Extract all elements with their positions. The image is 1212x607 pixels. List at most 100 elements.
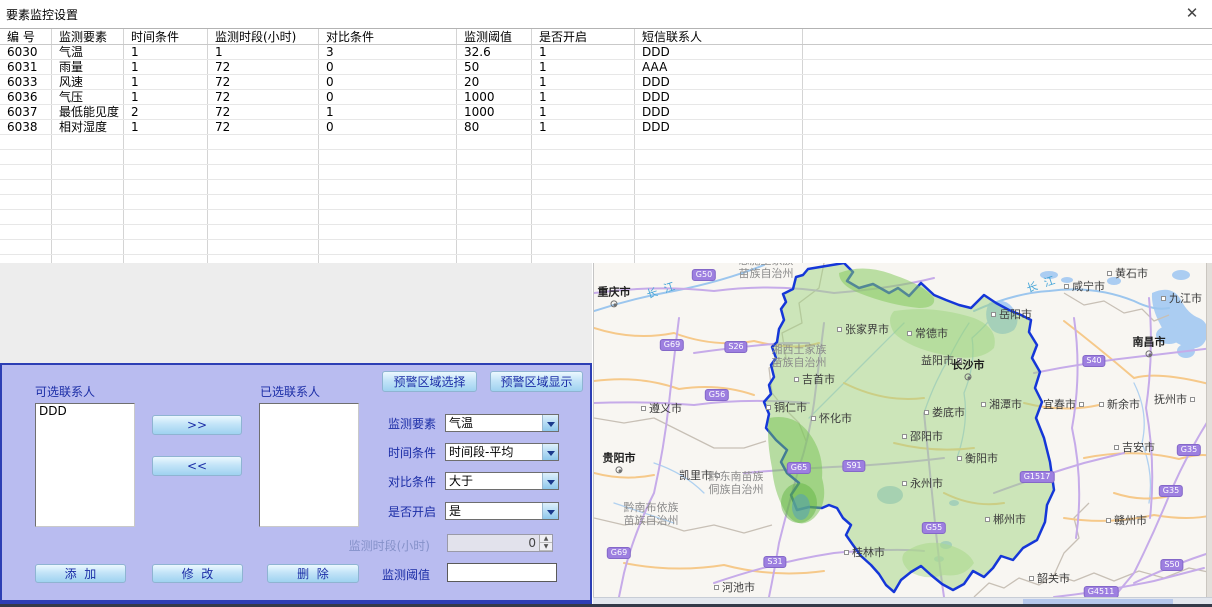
city-label: 赣州市 [1106,512,1147,528]
warning-area-display-button[interactable]: 预警区域显示 [490,371,583,392]
table-cell [319,135,457,149]
table-cell: 风速 [52,75,124,89]
map-horizontal-scrollbar[interactable] [593,597,1212,604]
city-marker-icon [811,416,816,421]
column-header[interactable]: 是否开启 [532,29,635,44]
table-cell: DDD [635,90,803,104]
table-cell [319,240,457,254]
table-cell [457,225,532,239]
city-name: 赣州市 [1114,512,1147,528]
city-label: 邵阳市 [902,428,943,444]
city-marker-icon [1099,402,1104,407]
chevron-down-icon[interactable] [542,503,558,519]
chevron-down-icon[interactable] [542,415,558,431]
table-filler [803,195,1212,209]
enabled-combo[interactable]: 是 [445,502,559,520]
period-spinner[interactable]: 0 ▲▼ [447,534,553,552]
table-cell [0,180,52,194]
table-empty-row [0,135,1212,150]
close-icon[interactable]: ✕ [1182,3,1202,23]
element-combo[interactable]: 气温 [445,414,559,432]
table-cell [124,255,208,263]
table-cell: 1 [124,45,208,59]
table-cell [532,225,635,239]
table-cell [319,210,457,224]
table-cell [532,165,635,179]
table-row[interactable]: 6036气压172010001DDD [0,90,1212,105]
table-empty-row [0,195,1212,210]
city-label: 岳阳市 [991,306,1032,322]
time-condition-combo[interactable]: 时间段-平均 [445,443,559,461]
modify-button[interactable]: 修 改 [152,564,243,583]
city-name: 重庆市 [598,283,631,299]
threshold-input[interactable] [447,563,557,582]
table-cell [0,240,52,254]
spinner-arrows-icon[interactable]: ▲▼ [539,535,552,551]
column-header[interactable]: 监测时段(小时) [208,29,319,44]
selected-contacts-label: 已选联系人 [260,383,320,400]
table-cell: 相对湿度 [52,120,124,134]
table-cell: 气压 [52,90,124,104]
table-row[interactable]: 6038相对湿度1720801DDD [0,120,1212,135]
road-badge: S50 [1160,559,1183,571]
table-cell: 最低能见度 [52,105,124,119]
table-cell: 雨量 [52,60,124,74]
table-row[interactable]: 6033风速1720201DDD [0,75,1212,90]
table-cell: 32.6 [457,45,532,59]
column-header[interactable]: 短信联系人 [635,29,803,44]
city-label: 抚州市 [1154,391,1195,407]
table-row[interactable]: 6030气温11332.61DDD [0,45,1212,60]
table-empty-row [0,150,1212,165]
chevron-down-icon[interactable] [542,444,558,460]
city-marker-icon [902,434,907,439]
capital-marker-icon [1146,350,1153,357]
table-cell: 0 [319,75,457,89]
city-label: 娄底市 [924,404,965,420]
chevron-down-icon[interactable] [542,473,558,489]
column-header[interactable]: 监测阈值 [457,29,532,44]
delete-button[interactable]: 删 除 [267,564,359,583]
column-header[interactable]: 对比条件 [319,29,457,44]
city-label: 河池市 [714,579,755,595]
city-label: 怀化市 [811,410,852,426]
city-name: 铜仁市 [774,399,807,415]
add-button[interactable]: 添 加 [35,564,126,583]
city-label: 吉安市 [1114,439,1155,455]
background-gap [0,263,592,363]
river-label: 长江 [644,276,683,302]
table-filler [803,45,1212,59]
table-row[interactable]: 6031雨量1720501AAA [0,60,1212,75]
city-marker-icon [1106,518,1111,523]
table-cell: AAA [635,60,803,74]
city-marker-icon [714,585,719,590]
table-cell: 0 [319,120,457,134]
city-marker-icon [985,517,990,522]
table-cell [319,255,457,263]
column-header[interactable]: 监测要素 [52,29,124,44]
table-cell [52,210,124,224]
map-canvas[interactable]: 重庆市遵义市贵阳市凯里市铜仁市张家界市吉首市怀化市常德市益阳市岳阳市长沙市湘潭市… [593,263,1212,597]
table-cell [124,195,208,209]
table-cell: 6036 [0,90,52,104]
river-label: 长江 [1024,270,1063,296]
table-cell [0,255,52,263]
column-header[interactable]: 时间条件 [124,29,208,44]
region-label: 黔东南苗族侗族自治州 [709,470,764,496]
table-row[interactable]: 6037最低能见度272110001DDD [0,105,1212,120]
city-label: 郴州市 [985,511,1026,527]
table-filler [803,60,1212,74]
table-cell [319,225,457,239]
table-cell [52,240,124,254]
table-cell: 6033 [0,75,52,89]
compare-condition-combo[interactable]: 大于 [445,472,559,490]
map-vertical-scrollbar[interactable] [1206,263,1212,597]
city-name: 黄石市 [1115,265,1148,281]
column-header[interactable]: 编 号 [0,29,52,44]
table-cell [52,165,124,179]
road-badge: S31 [763,556,786,568]
warning-area-select-button[interactable]: 预警区域选择 [382,371,477,392]
table-filler [803,105,1212,119]
city-name: 凯里市 [679,467,712,483]
city-marker-icon [641,406,646,411]
city-marker-icon [907,331,912,336]
